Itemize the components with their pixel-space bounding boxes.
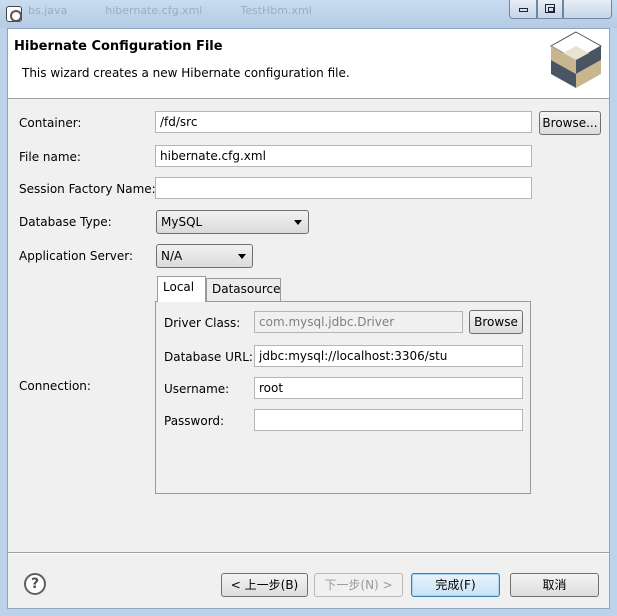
app-icon xyxy=(6,6,22,22)
username-label: Username: xyxy=(164,382,230,396)
app-server-select[interactable]: N/A xyxy=(156,244,253,268)
database-url-input[interactable]: jdbc:mysql://localhost:3306/stu xyxy=(254,345,523,367)
database-type-value: MySQL xyxy=(161,215,203,229)
dropdown-arrow-icon xyxy=(238,254,246,259)
password-input[interactable] xyxy=(254,409,523,431)
next-button[interactable]: 下一步(N) > xyxy=(314,573,403,597)
back-button[interactable]: < 上一步(B) xyxy=(221,573,308,597)
background-tab: hibernate.cfg.xml xyxy=(105,4,203,17)
username-input[interactable]: root xyxy=(254,377,523,399)
help-icon[interactable]: ? xyxy=(24,573,46,595)
wizard-banner: Hibernate Configuration File This wizard… xyxy=(8,29,609,99)
tab-local[interactable]: Local xyxy=(157,276,206,302)
session-factory-label: Session Factory Name: xyxy=(19,182,156,196)
maximize-icon xyxy=(545,4,555,13)
session-factory-input[interactable] xyxy=(155,177,532,199)
driver-class-input[interactable]: com.mysql.jdbc.Driver xyxy=(254,311,463,333)
container-input[interactable]: /fd/src xyxy=(155,111,532,133)
container-browse-button[interactable]: Browse... xyxy=(539,111,601,135)
tab-datasource[interactable]: Datasource xyxy=(206,278,281,302)
footer-separator xyxy=(8,552,609,554)
file-name-label: File name: xyxy=(19,150,81,164)
password-label: Password: xyxy=(164,414,225,428)
close-button[interactable] xyxy=(563,0,612,19)
database-url-label: Database URL: xyxy=(164,350,253,364)
dropdown-arrow-icon xyxy=(294,220,302,225)
minimize-button[interactable] xyxy=(509,0,537,19)
maximize-button[interactable] xyxy=(537,0,563,19)
finish-button[interactable]: 完成(F) xyxy=(411,573,500,597)
local-connection-panel: Driver Class: com.mysql.jdbc.Driver Brow… xyxy=(155,301,531,494)
background-tab: bs.java xyxy=(28,4,68,17)
background-tab: TestHbm.xml xyxy=(240,4,312,17)
hibernate-logo-icon xyxy=(549,31,603,88)
wizard-dialog: Hibernate Configuration File This wizard… xyxy=(7,28,610,609)
driver-browse-button[interactable]: Browse xyxy=(469,310,523,334)
background-editor-tabs: bs.java hibernate.cfg.xml TestHbm.xml xyxy=(28,4,312,20)
wizard-description: This wizard creates a new Hibernate conf… xyxy=(22,66,350,80)
cancel-button[interactable]: 取消 xyxy=(510,573,599,597)
minimize-icon xyxy=(519,8,528,12)
database-type-select[interactable]: MySQL xyxy=(156,210,309,234)
container-label: Container: xyxy=(19,116,82,130)
app-server-label: Application Server: xyxy=(19,249,134,263)
window-titlebar[interactable]: bs.java hibernate.cfg.xml TestHbm.xml xyxy=(0,0,617,28)
app-server-value: N/A xyxy=(161,249,183,263)
connection-tabs: Local Datasource Driver Class: com.mysql… xyxy=(155,276,531,494)
driver-class-label: Driver Class: xyxy=(164,316,241,330)
connection-label: Connection: xyxy=(19,379,91,393)
database-type-label: Database Type: xyxy=(19,215,112,229)
file-name-input[interactable]: hibernate.cfg.xml xyxy=(155,145,532,167)
wizard-title: Hibernate Configuration File xyxy=(14,39,223,54)
